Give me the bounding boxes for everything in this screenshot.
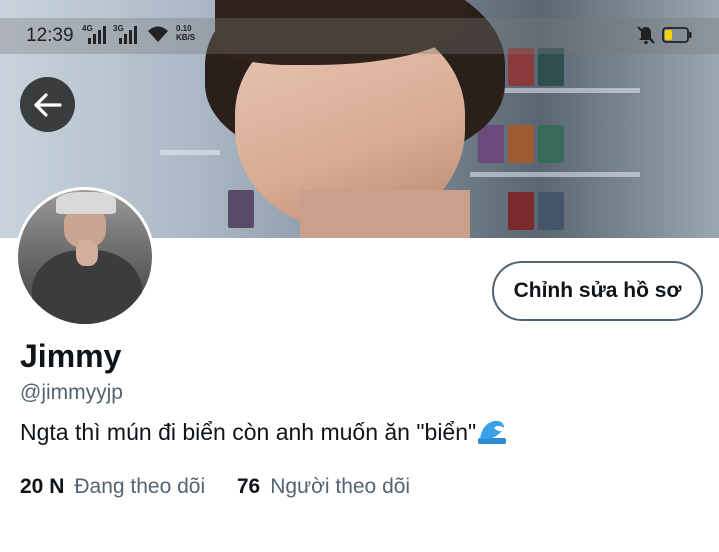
- user-handle: @jimmyyjp: [20, 381, 123, 404]
- arrow-left-icon: [33, 92, 62, 117]
- status-time: 12:39: [26, 25, 74, 46]
- status-bar: 12:39 4G 3G 0.10 KB/S: [0, 18, 719, 54]
- signal-3g-icon: 3G: [113, 24, 139, 44]
- wifi-icon: [148, 26, 168, 42]
- followers-label: Người theo dõi: [270, 475, 411, 498]
- network-speed: 0.10 KB/S: [176, 24, 196, 42]
- bell-off-icon: [637, 26, 655, 45]
- bio: Ngta thì mún đi biển còn anh muốn ăn "bi…: [20, 418, 507, 446]
- back-button[interactable]: [20, 77, 75, 132]
- following-link[interactable]: 20 N Đang theo dõi: [20, 475, 211, 498]
- following-label: Đang theo dõi: [74, 475, 206, 498]
- avatar[interactable]: [15, 187, 155, 327]
- wave-icon: [478, 420, 507, 444]
- bio-text: Ngta thì mún đi biển còn anh muốn ăn "bi…: [20, 419, 477, 445]
- battery-icon: [662, 27, 692, 43]
- follow-stats: 20 N Đang theo dõi 76 Người theo dõi: [20, 475, 410, 499]
- following-count: 20 N: [20, 475, 65, 498]
- display-name: Jimmy: [20, 338, 122, 374]
- followers-count: 76: [236, 475, 261, 498]
- edit-profile-button[interactable]: Chỉnh sửa hồ sơ: [492, 261, 703, 321]
- followers-link[interactable]: 76 Người theo dõi: [237, 475, 410, 498]
- signal-4g-icon: 4G: [82, 24, 106, 44]
